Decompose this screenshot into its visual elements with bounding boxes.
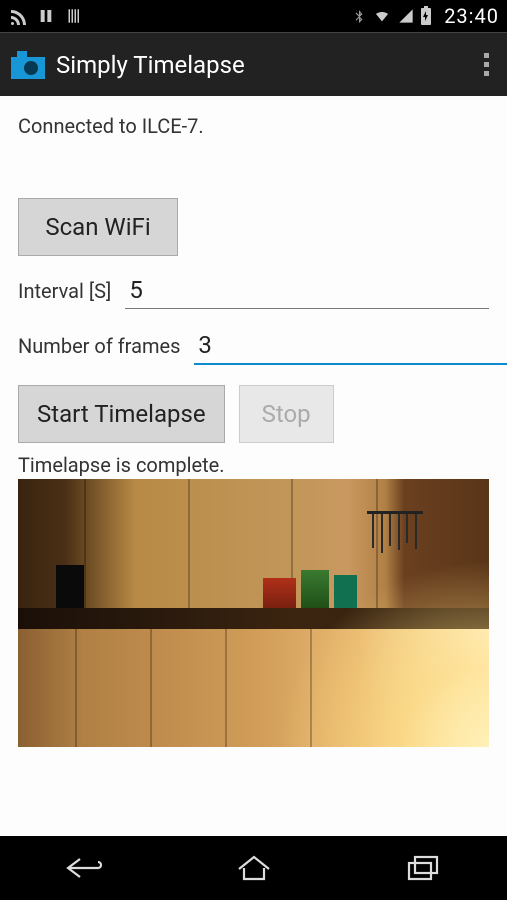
control-buttons-row: Start Timelapse Stop — [18, 385, 489, 443]
status-time: 23:40 — [444, 4, 499, 28]
app-title: Simply Timelapse — [56, 51, 245, 79]
status-bar: 23:40 — [0, 0, 507, 32]
rss-icon — [8, 7, 26, 25]
camera-icon — [10, 47, 46, 83]
interval-row: Interval [S] — [18, 274, 489, 309]
preview-image — [18, 479, 489, 747]
start-timelapse-button[interactable]: Start Timelapse — [18, 385, 225, 443]
frames-input[interactable] — [194, 329, 507, 365]
barcode-icon — [66, 7, 86, 25]
bluetooth-icon — [352, 7, 366, 25]
interval-input[interactable] — [125, 274, 489, 309]
navigation-bar — [0, 836, 507, 900]
pause-icon — [38, 7, 54, 25]
scan-wifi-button[interactable]: Scan WiFi — [18, 198, 178, 256]
content-area: Connected to ILCE-7. Scan WiFi Interval … — [0, 96, 507, 836]
frames-label: Number of frames — [18, 334, 180, 358]
stop-button[interactable]: Stop — [239, 385, 334, 443]
recent-apps-icon[interactable] — [383, 848, 463, 888]
timelapse-status-text: Timelapse is complete. — [18, 453, 489, 477]
status-left-icons — [8, 7, 86, 25]
home-icon[interactable] — [214, 848, 294, 888]
status-right-icons: 23:40 — [352, 4, 499, 28]
connection-status-text: Connected to ILCE-7. — [18, 114, 489, 138]
battery-charging-icon — [420, 6, 432, 26]
back-icon[interactable] — [45, 848, 125, 888]
signal-icon — [398, 8, 414, 24]
interval-label: Interval [S] — [18, 279, 111, 303]
frames-row: Number of frames — [18, 329, 489, 365]
wifi-icon — [372, 8, 392, 24]
action-bar: Simply Timelapse — [0, 32, 507, 96]
overflow-menu-icon[interactable] — [476, 45, 497, 84]
screen: 23:40 Simply Timelapse Connected to ILCE… — [0, 0, 507, 900]
